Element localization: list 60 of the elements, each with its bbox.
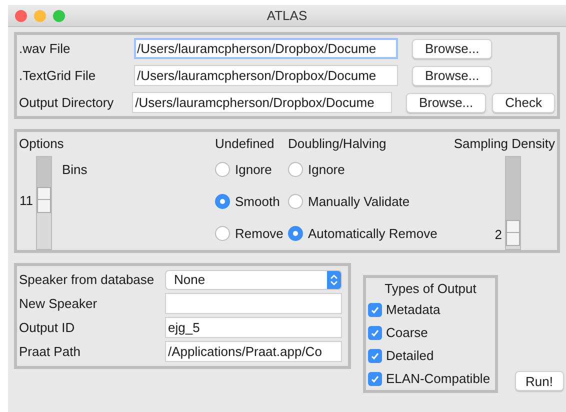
- checkbox-label: ELAN-Compatible: [386, 370, 490, 388]
- bins-label: Bins: [62, 160, 88, 178]
- radio-button[interactable]: [288, 194, 303, 209]
- radio-label: Remove: [235, 224, 284, 243]
- field-label: Output Directory: [19, 94, 115, 112]
- text-field[interactable]: /Applications/Praat.app/Co: [165, 341, 342, 362]
- checkbox[interactable]: [368, 348, 382, 363]
- radio-label: Automatically Remove: [308, 224, 438, 243]
- path-field[interactable]: /Users/lauramcpherson/Dropbox/Docume: [132, 92, 392, 113]
- field-label: New Speaker: [19, 294, 98, 313]
- checkbox-label: Detailed: [386, 346, 434, 365]
- output-types-heading: Types of Output: [384, 280, 476, 298]
- minimize-icon[interactable]: [34, 10, 46, 22]
- text-field[interactable]: ejg_5: [165, 317, 342, 338]
- column-heading: Undefined: [215, 135, 276, 153]
- radio-button[interactable]: [215, 226, 230, 241]
- options-heading: Options: [19, 135, 65, 153]
- browse-button[interactable]: Browse...: [406, 92, 486, 112]
- checkbox[interactable]: [368, 326, 382, 340]
- sampling-slider-thumb[interactable]: [506, 220, 520, 246]
- radio-label: Manually Validate: [308, 192, 410, 211]
- browse-button[interactable]: Browse...: [412, 38, 492, 58]
- field-label: Output ID: [19, 318, 76, 337]
- browse-button[interactable]: Browse...: [412, 66, 492, 86]
- column-heading: Doubling/Halving: [288, 135, 388, 153]
- checkbox-label: Coarse: [386, 324, 428, 342]
- speaker-select[interactable]: None: [165, 270, 342, 290]
- field-label: .TextGrid File: [19, 66, 97, 85]
- bins-slider[interactable]: [36, 156, 52, 250]
- checkmark-icon: [370, 374, 380, 384]
- path-field[interactable]: /Users/lauramcpherson/Dropbox/Docume: [134, 38, 398, 59]
- text-field[interactable]: [165, 293, 342, 314]
- maximize-icon[interactable]: [53, 10, 65, 22]
- checkbox-label: Metadata: [386, 301, 440, 320]
- radio-label: Ignore: [235, 160, 272, 179]
- bins-slider-value: 11: [20, 194, 33, 207]
- sampling-slider[interactable]: [505, 156, 521, 250]
- radio-button[interactable]: [215, 194, 230, 209]
- checkmark-icon: [370, 350, 380, 361]
- radio-button[interactable]: [215, 162, 230, 177]
- close-icon[interactable]: [15, 10, 27, 22]
- column-heading: Sampling Density: [454, 135, 555, 153]
- field-label: Speaker from database: [19, 270, 156, 289]
- checkmark-icon: [370, 328, 380, 338]
- checkbox[interactable]: [368, 302, 382, 317]
- field-label: Praat Path: [19, 342, 82, 361]
- checkbox[interactable]: [368, 372, 382, 386]
- checkmark-icon: [370, 304, 380, 315]
- stepper-icon: [327, 270, 341, 288]
- radio-label: Ignore: [308, 160, 345, 179]
- radio-label: Smooth: [235, 192, 280, 211]
- sampling-slider-value: 2: [494, 228, 502, 241]
- path-field[interactable]: /Users/lauramcpherson/Dropbox/Docume: [134, 65, 398, 86]
- browse-button[interactable]: Check: [492, 92, 555, 112]
- radio-button[interactable]: [288, 226, 303, 241]
- field-label: .wav File: [19, 40, 72, 58]
- window-title: ATLAS: [266, 6, 308, 25]
- bins-slider-thumb[interactable]: [37, 186, 51, 213]
- radio-button[interactable]: [288, 162, 303, 177]
- run-button[interactable]: Run!: [514, 371, 564, 391]
